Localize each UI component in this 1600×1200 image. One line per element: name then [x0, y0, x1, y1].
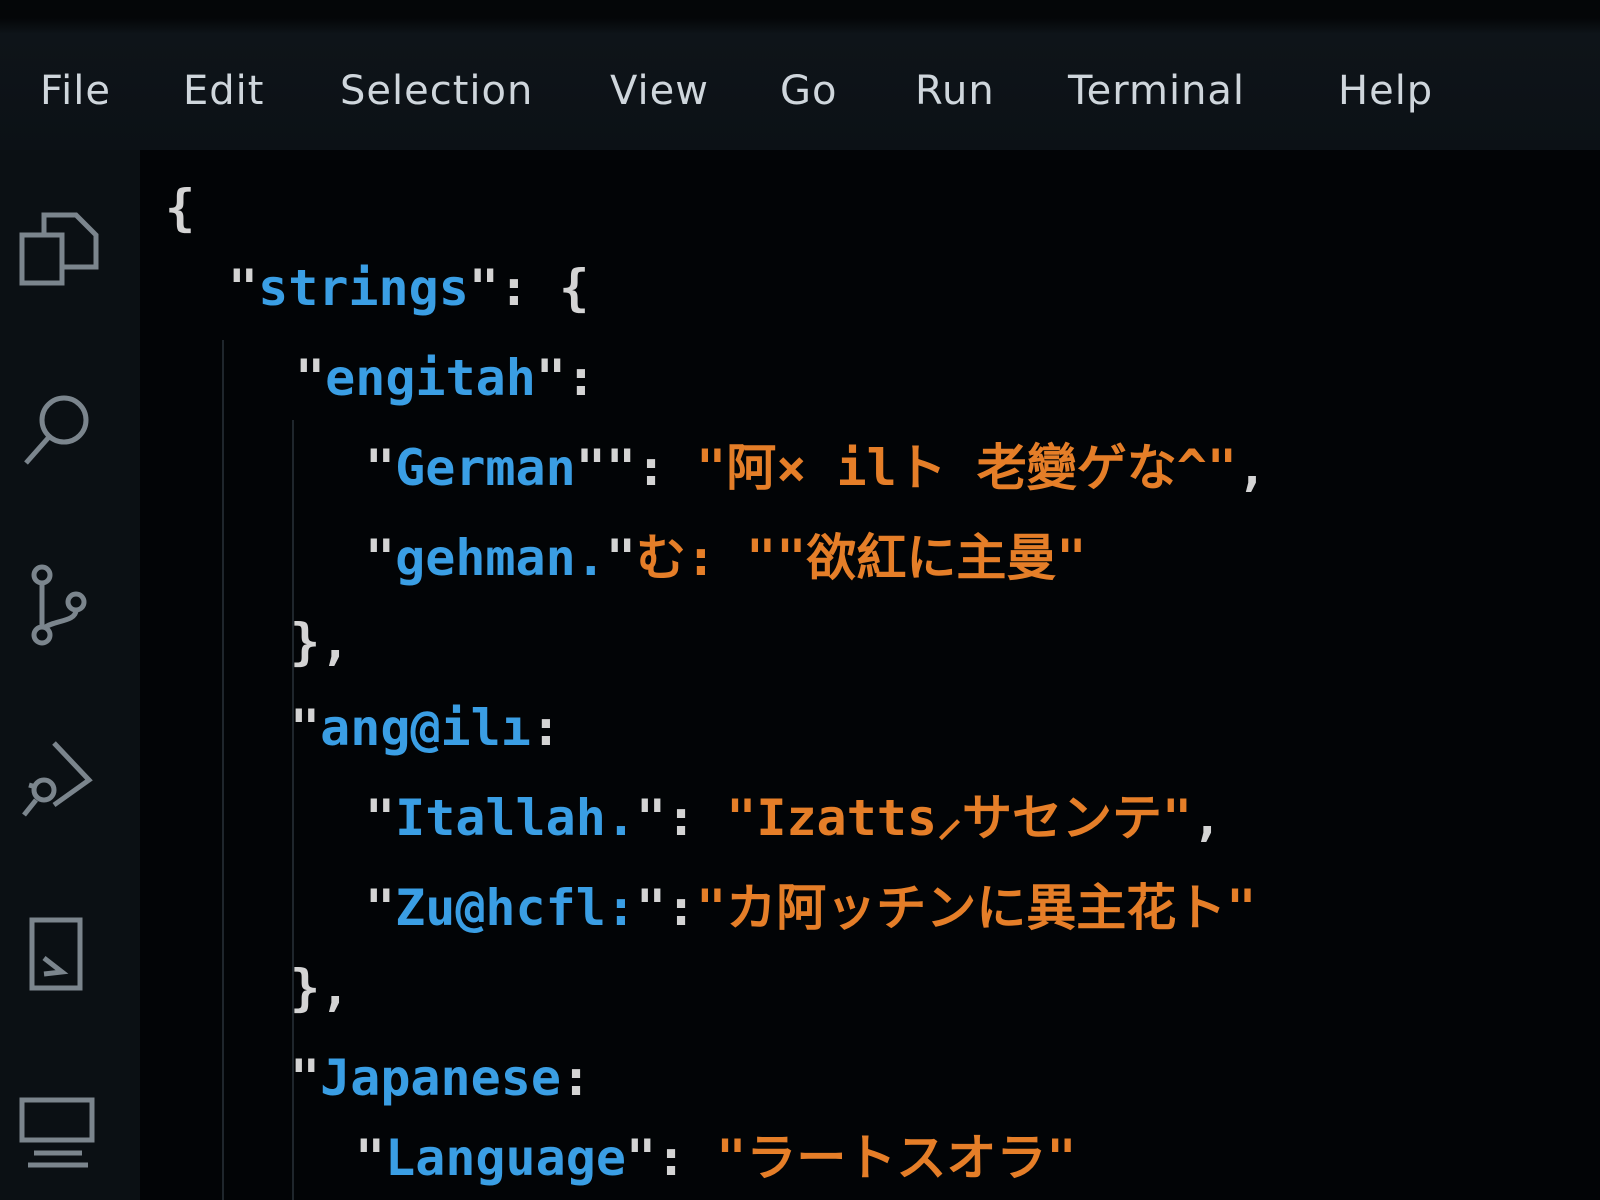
menu-go[interactable]: Go	[780, 68, 837, 114]
line-close-2: },	[290, 958, 350, 1018]
explorer-icon[interactable]	[14, 205, 104, 295]
json-punctuation: "	[228, 259, 259, 317]
line-close-1: },	[290, 612, 350, 672]
json-key: engitah	[325, 349, 536, 407]
menu-terminal[interactable]: Terminal	[1068, 68, 1245, 114]
extensions-icon[interactable]	[14, 910, 104, 1000]
json-punctuation: ":	[635, 879, 697, 937]
json-key: Zu@hcfl:	[395, 879, 636, 937]
json-punctuation: ,	[1236, 439, 1268, 497]
line-itallah: "Itallah.": "Izatts⸝サセンテ",	[365, 788, 1222, 848]
json-key: gehman.	[395, 529, 606, 587]
menu-help[interactable]: Help	[1338, 68, 1433, 114]
json-punctuation: },	[290, 613, 351, 671]
menu-selection[interactable]: Selection	[340, 68, 533, 114]
json-punctuation: :	[530, 699, 561, 757]
menu-view[interactable]: View	[610, 68, 709, 114]
json-string-value: "ラートスオラ"	[716, 1129, 1077, 1187]
json-punctuation: "	[365, 879, 396, 937]
activity-bar	[0, 150, 140, 1200]
json-punctuation: "	[365, 439, 396, 497]
code-editor[interactable]: {"strings": {"engitah": "German"": "阿× il…	[140, 150, 1600, 1200]
json-punctuation: "	[355, 1129, 386, 1187]
line-angili-key: "ang@ilı:	[290, 698, 561, 758]
line-root-open: {	[165, 178, 195, 238]
json-key: Language	[385, 1129, 626, 1187]
json-string-value: "阿× ilト 老變ゲな^"	[696, 439, 1237, 497]
menu-bar: File Edit Selection View Go Run Terminal…	[0, 0, 1600, 150]
json-punctuation: ":	[535, 349, 597, 407]
json-key: Japanese	[320, 1049, 561, 1107]
json-punctuation: "	[605, 529, 636, 587]
menu-edit[interactable]: Edit	[183, 68, 264, 114]
json-punctuation: :	[560, 1049, 592, 1107]
line-japanese-key: "Japanese:	[290, 1048, 591, 1108]
json-punctuation: "":	[575, 439, 697, 497]
line-strings-key: "strings": {	[228, 258, 589, 318]
remote-explorer-icon[interactable]	[14, 1085, 104, 1175]
json-punctuation: ":	[625, 1129, 717, 1187]
menu-file[interactable]: File	[40, 68, 111, 114]
menu-run[interactable]: Run	[915, 68, 995, 114]
json-key: German	[395, 439, 576, 497]
run-debug-icon[interactable]	[14, 735, 104, 825]
line-zuhcfl: "Zu@hcfl:":"カ阿ッチンに異主花ト"	[365, 878, 1256, 938]
json-punctuation: "	[295, 349, 326, 407]
line-german: "German"": "阿× ilト 老變ゲな^",	[365, 438, 1267, 498]
indent-guide	[222, 340, 224, 1200]
json-string-value: "カ阿ッチンに異主花ト"	[696, 879, 1257, 937]
source-control-icon[interactable]	[14, 560, 104, 650]
json-string-value: "Izatts⸝サセンテ"	[726, 789, 1193, 847]
line-gehman: "gehman."む: ""欲紅に主曼"	[365, 528, 1086, 588]
json-punctuation: ":	[635, 789, 727, 847]
search-icon[interactable]	[14, 385, 104, 475]
line-engitah-key: "engitah":	[295, 348, 596, 408]
line-language: "Language": "ラートスオラ"	[355, 1128, 1076, 1188]
json-punctuation: },	[290, 959, 351, 1017]
json-punctuation: ,	[1192, 789, 1223, 847]
json-key: Itallah.	[395, 789, 636, 847]
json-punctuation: "	[290, 699, 321, 757]
json-string-value: む: ""欲紅に主曼"	[635, 529, 1087, 587]
json-key: strings	[258, 259, 469, 317]
json-punctuation: "	[290, 1049, 321, 1107]
json-punctuation: ": {	[468, 259, 590, 317]
json-key: ang@ilı	[320, 699, 531, 757]
json-punctuation: "	[365, 529, 396, 587]
json-punctuation: {	[165, 179, 196, 237]
json-punctuation: "	[365, 789, 396, 847]
